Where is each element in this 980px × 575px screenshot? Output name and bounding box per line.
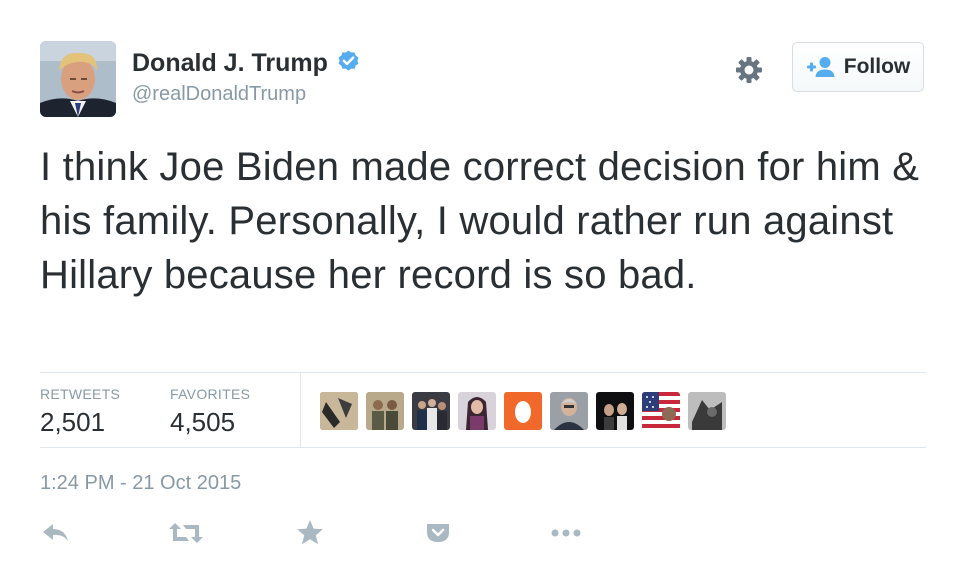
favoriter-avatar[interactable]	[550, 392, 588, 430]
author-handle[interactable]: @realDonaldTrump	[132, 82, 361, 106]
user-avatar-icon	[550, 392, 588, 430]
add-user-icon	[806, 57, 835, 77]
favoriter-avatar[interactable]	[504, 392, 542, 430]
favorite-icon	[297, 520, 323, 545]
favoriter-avatar[interactable]	[688, 392, 726, 430]
user-avatar-icon	[366, 392, 404, 430]
gear-icon	[736, 57, 762, 83]
more-button[interactable]	[548, 517, 584, 549]
user-avatar-icon	[320, 392, 358, 430]
follow-label: Follow	[843, 55, 911, 78]
favoriter-avatar[interactable]	[366, 392, 404, 430]
user-avatar-icon	[412, 392, 450, 430]
favoriter-avatar[interactable]	[596, 392, 634, 430]
pocket-button[interactable]	[422, 517, 454, 549]
verified-badge-icon	[338, 50, 359, 71]
stats-divider	[300, 373, 301, 447]
flag-avatar-icon	[642, 392, 680, 430]
favoriter-avatar[interactable]	[458, 392, 496, 430]
favoriter-avatar[interactable]	[642, 392, 680, 430]
retweets-count: 2,501	[40, 407, 106, 437]
favoriter-avatars	[320, 392, 726, 430]
user-avatar-icon	[596, 392, 634, 430]
user-avatar-icon	[688, 392, 726, 430]
reply-icon	[43, 524, 68, 541]
more-icon	[551, 529, 581, 537]
retweet-icon	[169, 523, 203, 543]
tweet-timestamp[interactable]: 1:24 PM - 21 Oct 2015	[40, 471, 241, 495]
follow-button[interactable]: Follow	[792, 42, 924, 92]
user-avatar-icon	[458, 392, 496, 430]
default-egg-avatar-icon	[504, 392, 542, 430]
favoriter-avatar[interactable]	[412, 392, 450, 430]
favorite-button[interactable]	[294, 517, 326, 549]
author-avatar[interactable]	[40, 41, 116, 117]
settings-button[interactable]	[733, 54, 765, 86]
tweet-stats: RETWEETS 2,501 FAVORITES 4,505	[40, 372, 926, 448]
author-header: Donald J. Trump @realDonaldTrump	[132, 48, 361, 106]
favoriter-avatar[interactable]	[320, 392, 358, 430]
reply-button[interactable]	[40, 517, 72, 549]
favorites-label: FAVORITES	[170, 386, 251, 402]
profile-photo-icon	[40, 41, 116, 117]
retweet-button[interactable]	[168, 517, 203, 549]
tweet-text: I think Joe Biden made correct decision …	[40, 145, 920, 297]
favorites-count: 4,505	[170, 407, 236, 437]
favorites-stat[interactable]: FAVORITES 4,505	[170, 385, 250, 439]
author-display-name[interactable]: Donald J. Trump	[132, 48, 328, 78]
retweets-stat[interactable]: RETWEETS 2,501	[40, 385, 120, 439]
pocket-icon	[427, 524, 449, 542]
retweets-label: RETWEETS	[40, 386, 121, 402]
